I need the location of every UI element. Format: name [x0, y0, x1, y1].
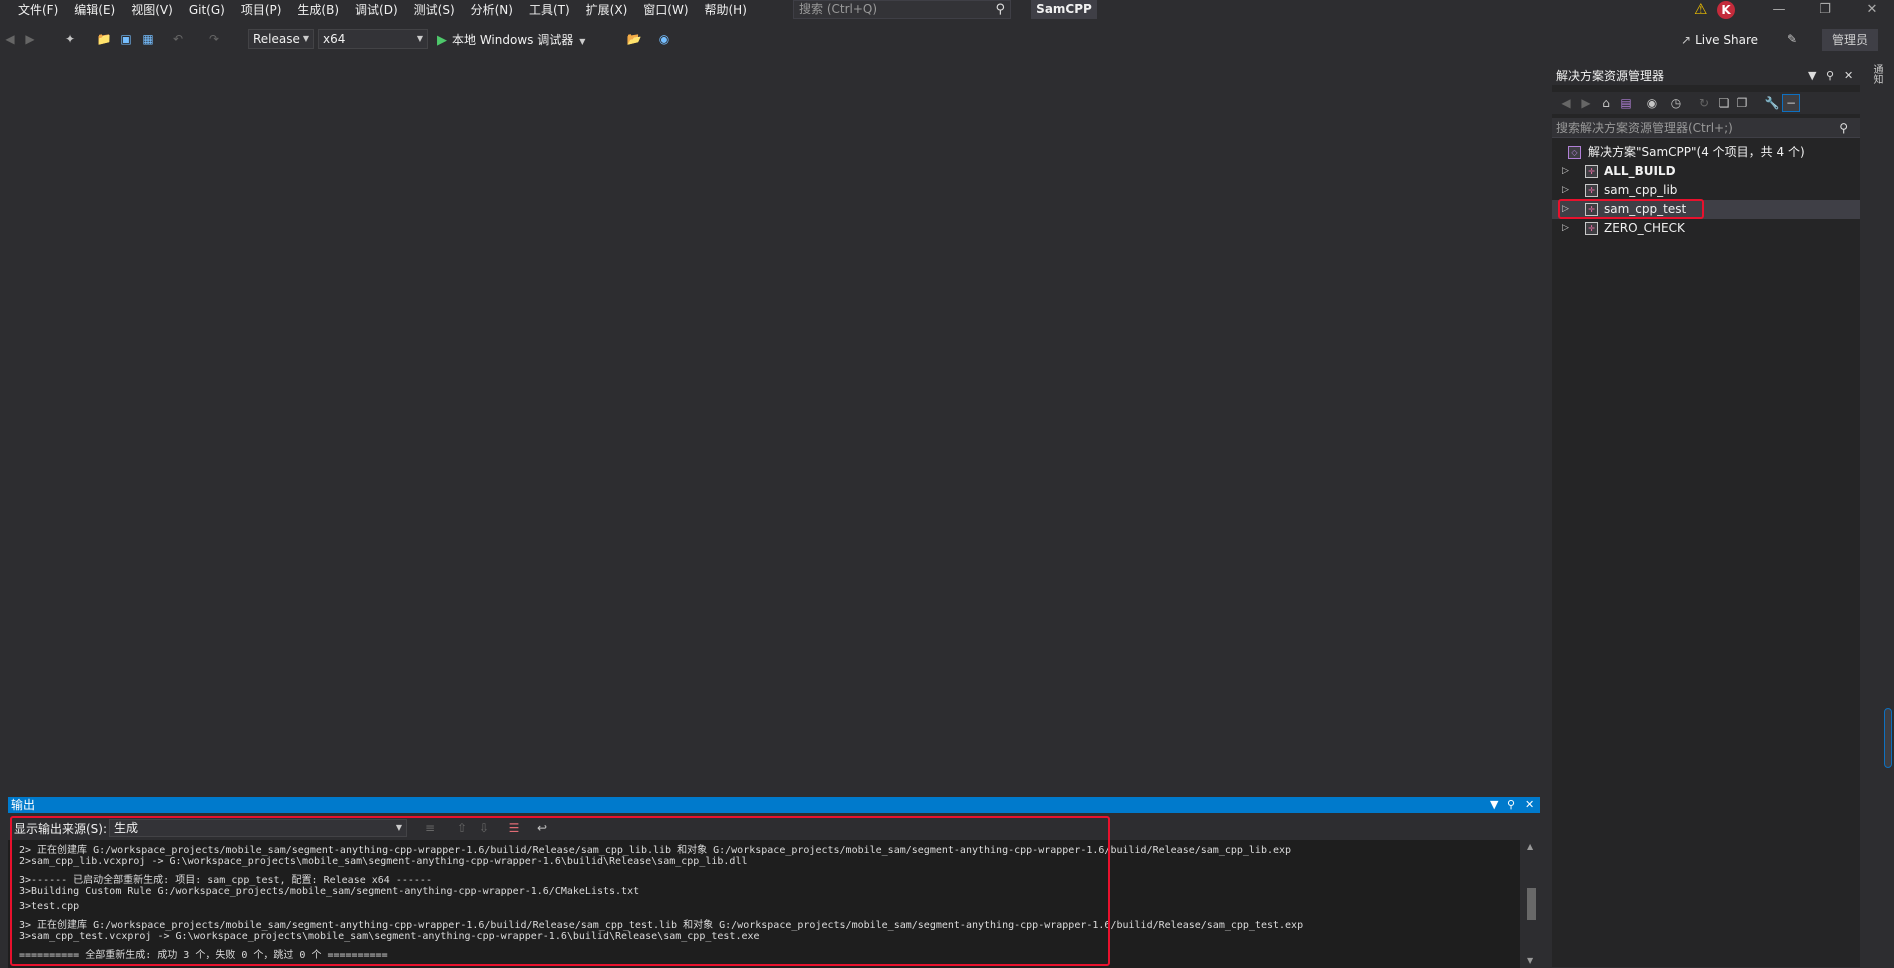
selection-highlight-box — [1558, 199, 1704, 219]
project-icon: ✛ — [1585, 222, 1598, 235]
back-icon[interactable]: ◀ — [2, 31, 18, 47]
project-label: sam_cpp_lib — [1604, 183, 1678, 197]
minimize-icon[interactable]: — — [1759, 0, 1799, 20]
app-title: SamCPP — [1031, 0, 1097, 19]
solution-explorer-toolbar: ◀ ▶ ⌂ ▤ ◉ ◷ ↻ ❏ ❐ 🔧 − — [1552, 92, 1860, 114]
redo-icon[interactable]: ↷ — [206, 31, 222, 47]
editor-area — [0, 58, 1550, 794]
collapse-all-icon[interactable]: ❏ — [1716, 95, 1732, 111]
share-icon: ↗ — [1681, 33, 1692, 47]
platform-value: x64 — [323, 32, 346, 46]
restore-icon[interactable]: ❐ — [1805, 0, 1845, 20]
feedback-icon[interactable]: ✎ — [1784, 31, 1800, 47]
admin-badge[interactable]: 管理员 — [1822, 29, 1878, 51]
solution-explorer-header: 解决方案资源管理器 ▼ ⚲ ✕ — [1552, 67, 1860, 85]
chevron-down-icon: ▼ — [416, 34, 423, 43]
output-highlight-box — [10, 816, 1110, 966]
chevron-down-icon[interactable]: ▼ — [1490, 797, 1498, 813]
close-window-icon[interactable]: ✕ — [1852, 0, 1892, 20]
new-project-icon[interactable]: ✦ — [62, 31, 78, 47]
notifications-tab[interactable]: 通知 — [1871, 64, 1884, 84]
solution-label: 解决方案"SamCPP"(4 个项目，共 4 个) — [1588, 145, 1805, 159]
project-label: ZERO_CHECK — [1604, 221, 1685, 235]
output-panel-header: 输出 ▼ ⚲ ✕ — [8, 797, 1540, 813]
project-label: ALL_BUILD — [1604, 164, 1676, 178]
show-all-files-icon[interactable]: ❐ — [1734, 95, 1750, 111]
preview-icon[interactable]: − — [1782, 94, 1800, 112]
search-placeholder: 搜索 (Ctrl+Q) — [799, 2, 878, 16]
search-icon: ⚲ — [1839, 121, 1848, 135]
menu-tools[interactable]: 工具(T) — [521, 0, 578, 20]
close-icon[interactable]: ✕ — [1844, 67, 1853, 85]
menu-test[interactable]: 测试(S) — [406, 0, 463, 20]
pin-icon[interactable]: ⚲ — [1507, 797, 1515, 813]
menu-extensions[interactable]: 扩展(X) — [578, 0, 636, 20]
menu-help[interactable]: 帮助(H) — [697, 0, 755, 20]
right-tool-strip: 通知 — [1862, 58, 1894, 968]
output-title: 输出 — [11, 798, 36, 812]
avatar[interactable]: K — [1717, 1, 1735, 19]
chevron-down-icon: ▼ — [302, 34, 309, 43]
find-in-files-icon[interactable]: 📂 — [626, 31, 642, 47]
output-scrollbar[interactable]: ▲ ▼ — [1522, 840, 1540, 968]
menu-project[interactable]: 项目(P) — [233, 0, 290, 20]
forward-icon[interactable]: ▶ — [22, 31, 38, 47]
pin-icon[interactable]: ⚲ — [1826, 67, 1834, 85]
play-icon: ▶ — [437, 33, 447, 48]
sync-icon[interactable]: ↻ — [1696, 95, 1712, 111]
git-icon[interactable]: ◉ — [1644, 95, 1660, 111]
menu-debug[interactable]: 调试(D) — [347, 0, 406, 20]
expand-triangle-icon[interactable]: ▷ — [1562, 181, 1569, 200]
start-debug-button[interactable]: ▶ 本地 Windows 调试器 ▼ — [437, 30, 585, 50]
tree-project-zero-check[interactable]: ▷ ✛ ZERO_CHECK — [1552, 219, 1860, 238]
menu-build[interactable]: 生成(B) — [289, 0, 347, 20]
pending-changes-icon[interactable]: ◷ — [1668, 95, 1684, 111]
tree-solution-node[interactable]: ◇ 解决方案"SamCPP"(4 个项目，共 4 个) — [1552, 143, 1860, 162]
close-icon[interactable]: ✕ — [1525, 797, 1534, 813]
chevron-down-icon[interactable]: ▼ — [1808, 67, 1816, 85]
screenshot-icon[interactable]: ◉ — [656, 31, 672, 47]
chevron-down-icon: ▼ — [579, 37, 586, 46]
forward-icon[interactable]: ▶ — [1578, 95, 1594, 111]
switch-view-icon[interactable]: ▤ — [1618, 95, 1634, 111]
save-all-icon[interactable]: ▦ — [140, 31, 156, 47]
expand-triangle-icon[interactable]: ▷ — [1562, 219, 1569, 238]
menu-analyze[interactable]: 分析(N) — [463, 0, 521, 20]
home-icon[interactable]: ⌂ — [1598, 95, 1614, 111]
back-icon[interactable]: ◀ — [1558, 95, 1574, 111]
tree-project-sam-cpp-lib[interactable]: ▷ ✛ sam_cpp_lib — [1552, 181, 1860, 200]
solution-search-placeholder: 搜索解决方案资源管理器(Ctrl+;) — [1556, 121, 1733, 135]
project-icon: ✛ — [1585, 165, 1598, 178]
open-folder-icon[interactable]: 📁 — [96, 31, 112, 47]
save-icon[interactable]: ▣ — [118, 31, 134, 47]
tree-project-all-build[interactable]: ▷ ✛ ALL_BUILD — [1552, 162, 1860, 181]
solution-search-input[interactable]: 搜索解决方案资源管理器(Ctrl+;) ⚲ — [1552, 118, 1860, 138]
undo-icon[interactable]: ↶ — [170, 31, 186, 47]
run-label: 本地 Windows 调试器 — [452, 33, 574, 47]
scroll-up-icon[interactable]: ▲ — [1527, 842, 1533, 851]
live-share-label: Live Share — [1695, 33, 1759, 47]
warning-icon[interactable]: ⚠ — [1694, 0, 1710, 18]
properties-icon[interactable]: 🔧 — [1764, 95, 1780, 111]
scroll-thumb[interactable] — [1527, 888, 1536, 920]
search-icon: ⚲ — [995, 2, 1005, 17]
config-value: Release — [253, 32, 300, 46]
scroll-down-icon[interactable]: ▼ — [1527, 956, 1533, 965]
expand-triangle-icon[interactable]: ▷ — [1562, 162, 1569, 181]
menu-git[interactable]: Git(G) — [181, 0, 233, 20]
config-select[interactable]: Release ▼ — [248, 29, 314, 49]
menu-file[interactable]: 文件(F) — [0, 0, 66, 20]
live-share-button[interactable]: ↗ Live Share — [1681, 30, 1758, 50]
menu-view[interactable]: 视图(V) — [123, 0, 181, 20]
project-icon: ✛ — [1585, 184, 1598, 197]
solution-explorer-title: 解决方案资源管理器 — [1556, 69, 1665, 83]
menu-edit[interactable]: 编辑(E) — [66, 0, 123, 20]
menu-window[interactable]: 窗口(W) — [635, 0, 696, 20]
solution-icon: ◇ — [1568, 146, 1581, 159]
platform-select[interactable]: x64 ▼ — [318, 29, 428, 49]
search-input[interactable]: 搜索 (Ctrl+Q) ⚲ — [793, 0, 1011, 19]
scroll-thumb[interactable] — [1884, 708, 1892, 768]
